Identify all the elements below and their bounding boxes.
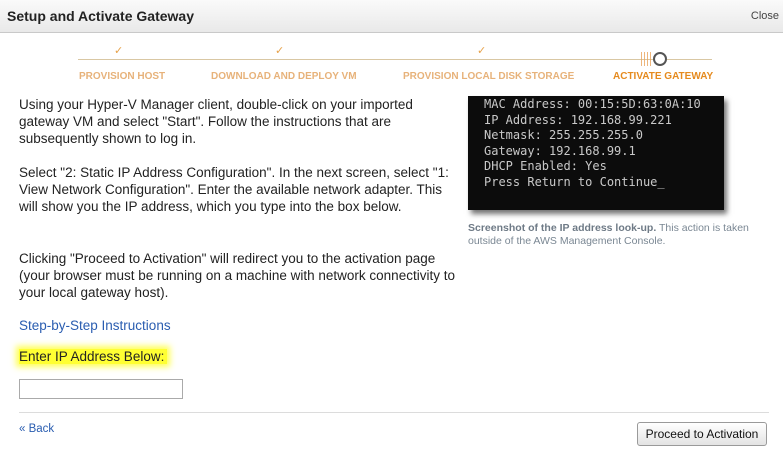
step-check-icon: ✓ (477, 44, 487, 57)
step-check-icon: ✓ (114, 44, 124, 57)
close-button[interactable]: Close (751, 10, 779, 22)
step-activate-gateway: ACTIVATE GATEWAY (613, 71, 714, 82)
footer-divider (19, 412, 769, 413)
step-provision-disk-storage: PROVISION LOCAL DISK STORAGE (403, 71, 575, 82)
dialog-header: Setup and Activate Gateway Close (0, 0, 783, 33)
step-download-deploy-vm: DOWNLOAD AND DEPLOY VM (211, 71, 357, 82)
caption-bold: Screenshot of the IP address look-up. (468, 222, 657, 234)
ip-address-label: Enter IP Address Below: (19, 349, 168, 364)
dialog-title: Setup and Activate Gateway (7, 8, 194, 24)
progress-track (78, 59, 712, 60)
proceed-to-activation-button[interactable]: Proceed to Activation (637, 422, 767, 446)
ip-address-input[interactable] (19, 379, 183, 399)
step-provision-host: PROVISION HOST (79, 71, 166, 82)
screenshot-caption: Screenshot of the IP address look-up. Th… (468, 222, 768, 247)
step-check-icon: ✓ (275, 44, 285, 57)
instruction-paragraph: Select "2: Static IP Address Configurati… (19, 165, 449, 214)
instruction-paragraph: Using your Hyper-V Manager client, doubl… (19, 97, 413, 146)
progress-steps: ✓ ✓ ✓ PROVISION HOST DOWNLOAD AND DEPLOY… (0, 38, 783, 88)
setup-gateway-dialog: Setup and Activate Gateway Close ✓ ✓ ✓ P… (0, 0, 783, 454)
ip-highlight-box (468, 96, 724, 210)
progress-dots (641, 52, 653, 66)
current-step-circle-icon (653, 52, 667, 66)
back-link[interactable]: « Back (19, 423, 54, 435)
instruction-paragraph: Clicking "Proceed to Activation" will re… (19, 251, 455, 300)
step-by-step-link[interactable]: Step-by-Step Instructions (19, 318, 171, 333)
